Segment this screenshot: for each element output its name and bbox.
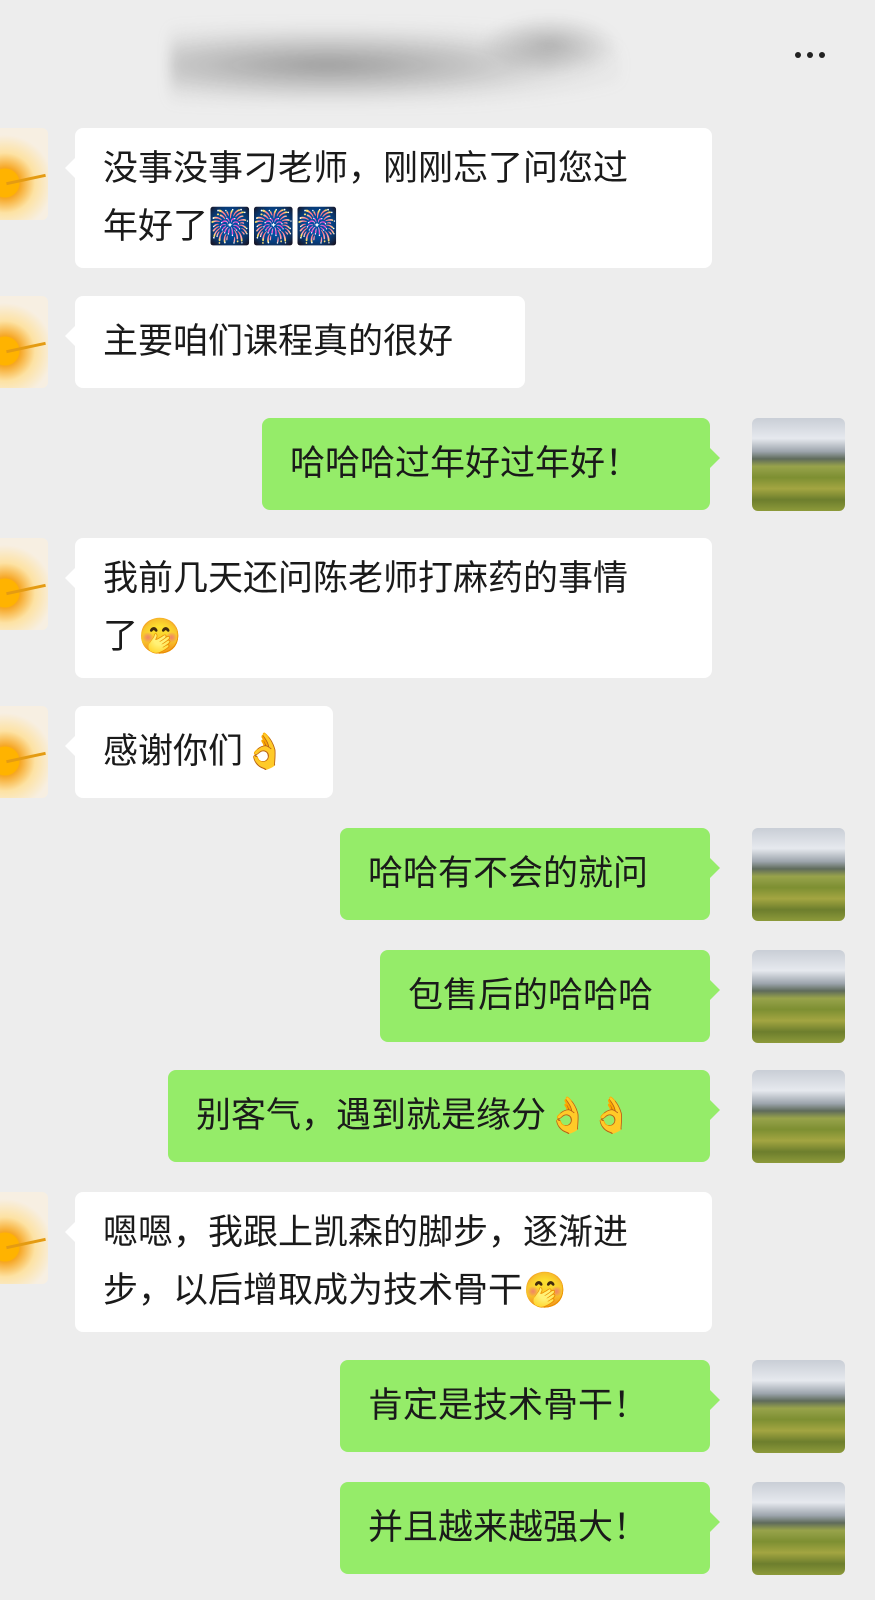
user-avatar[interactable] xyxy=(752,1070,845,1163)
contact-avatar[interactable] xyxy=(0,128,48,220)
contact-avatar[interactable] xyxy=(0,706,48,798)
message-text: 别客气，遇到就是缘分👌👌 xyxy=(196,1096,634,1136)
message-text: 哈哈哈过年好过年好！ xyxy=(290,444,641,484)
user-avatar[interactable] xyxy=(752,1360,845,1453)
message-bubble[interactable]: 没事没事刁老师，刚刚忘了问您过 年好了🎆🎆🎆 xyxy=(65,128,712,268)
contact-avatar[interactable] xyxy=(0,296,48,388)
message-bubble[interactable]: 并且越来越强大！ xyxy=(340,1482,720,1574)
message-bubble[interactable]: 肯定是技术骨干！ xyxy=(340,1360,720,1452)
message-text: 主要咱们课程真的很好 xyxy=(103,322,454,362)
more-dot-icon xyxy=(807,52,813,58)
message-text: 感谢你们👌 xyxy=(103,732,287,772)
message-text: 哈哈有不会的就问 xyxy=(368,854,649,894)
message-bubble[interactable]: 包售后的哈哈哈 xyxy=(380,950,720,1042)
message-text: 没事没事刁老师，刚刚忘了问您过 年好了🎆🎆🎆 xyxy=(103,149,629,247)
user-avatar[interactable] xyxy=(752,1482,845,1575)
user-avatar[interactable] xyxy=(752,418,845,511)
message-bubble[interactable]: 哈哈有不会的就问 xyxy=(340,828,720,920)
more-dot-icon xyxy=(819,52,825,58)
message-text: 并且越来越强大！ xyxy=(368,1508,649,1548)
message-bubble[interactable]: 别客气，遇到就是缘分👌👌 xyxy=(168,1070,720,1162)
contact-avatar[interactable] xyxy=(0,1192,48,1284)
message-text: 肯定是技术骨干！ xyxy=(368,1386,649,1426)
message-bubble[interactable]: 我前几天还问陈老师打麻药的事情 了🤭 xyxy=(65,538,712,678)
message-text: 包售后的哈哈哈 xyxy=(408,976,654,1016)
user-avatar[interactable] xyxy=(752,828,845,921)
message-text: 嗯嗯，我跟上凯森的脚步，逐渐进 步，以后增取成为技术骨干🤭 xyxy=(103,1213,629,1311)
message-bubble[interactable]: 感谢你们👌 xyxy=(65,706,333,798)
blurred-contact-name-extra xyxy=(480,15,620,75)
more-options-button[interactable] xyxy=(785,40,835,70)
message-bubble[interactable]: 哈哈哈过年好过年好！ xyxy=(262,418,720,510)
chat-header xyxy=(0,0,875,120)
more-dot-icon xyxy=(795,52,801,58)
message-bubble[interactable]: 嗯嗯，我跟上凯森的脚步，逐渐进 步，以后增取成为技术骨干🤭 xyxy=(65,1192,712,1332)
message-text: 我前几天还问陈老师打麻药的事情 了🤭 xyxy=(103,559,629,657)
user-avatar[interactable] xyxy=(752,950,845,1043)
contact-avatar[interactable] xyxy=(0,538,48,630)
message-bubble[interactable]: 主要咱们课程真的很好 xyxy=(65,296,525,388)
